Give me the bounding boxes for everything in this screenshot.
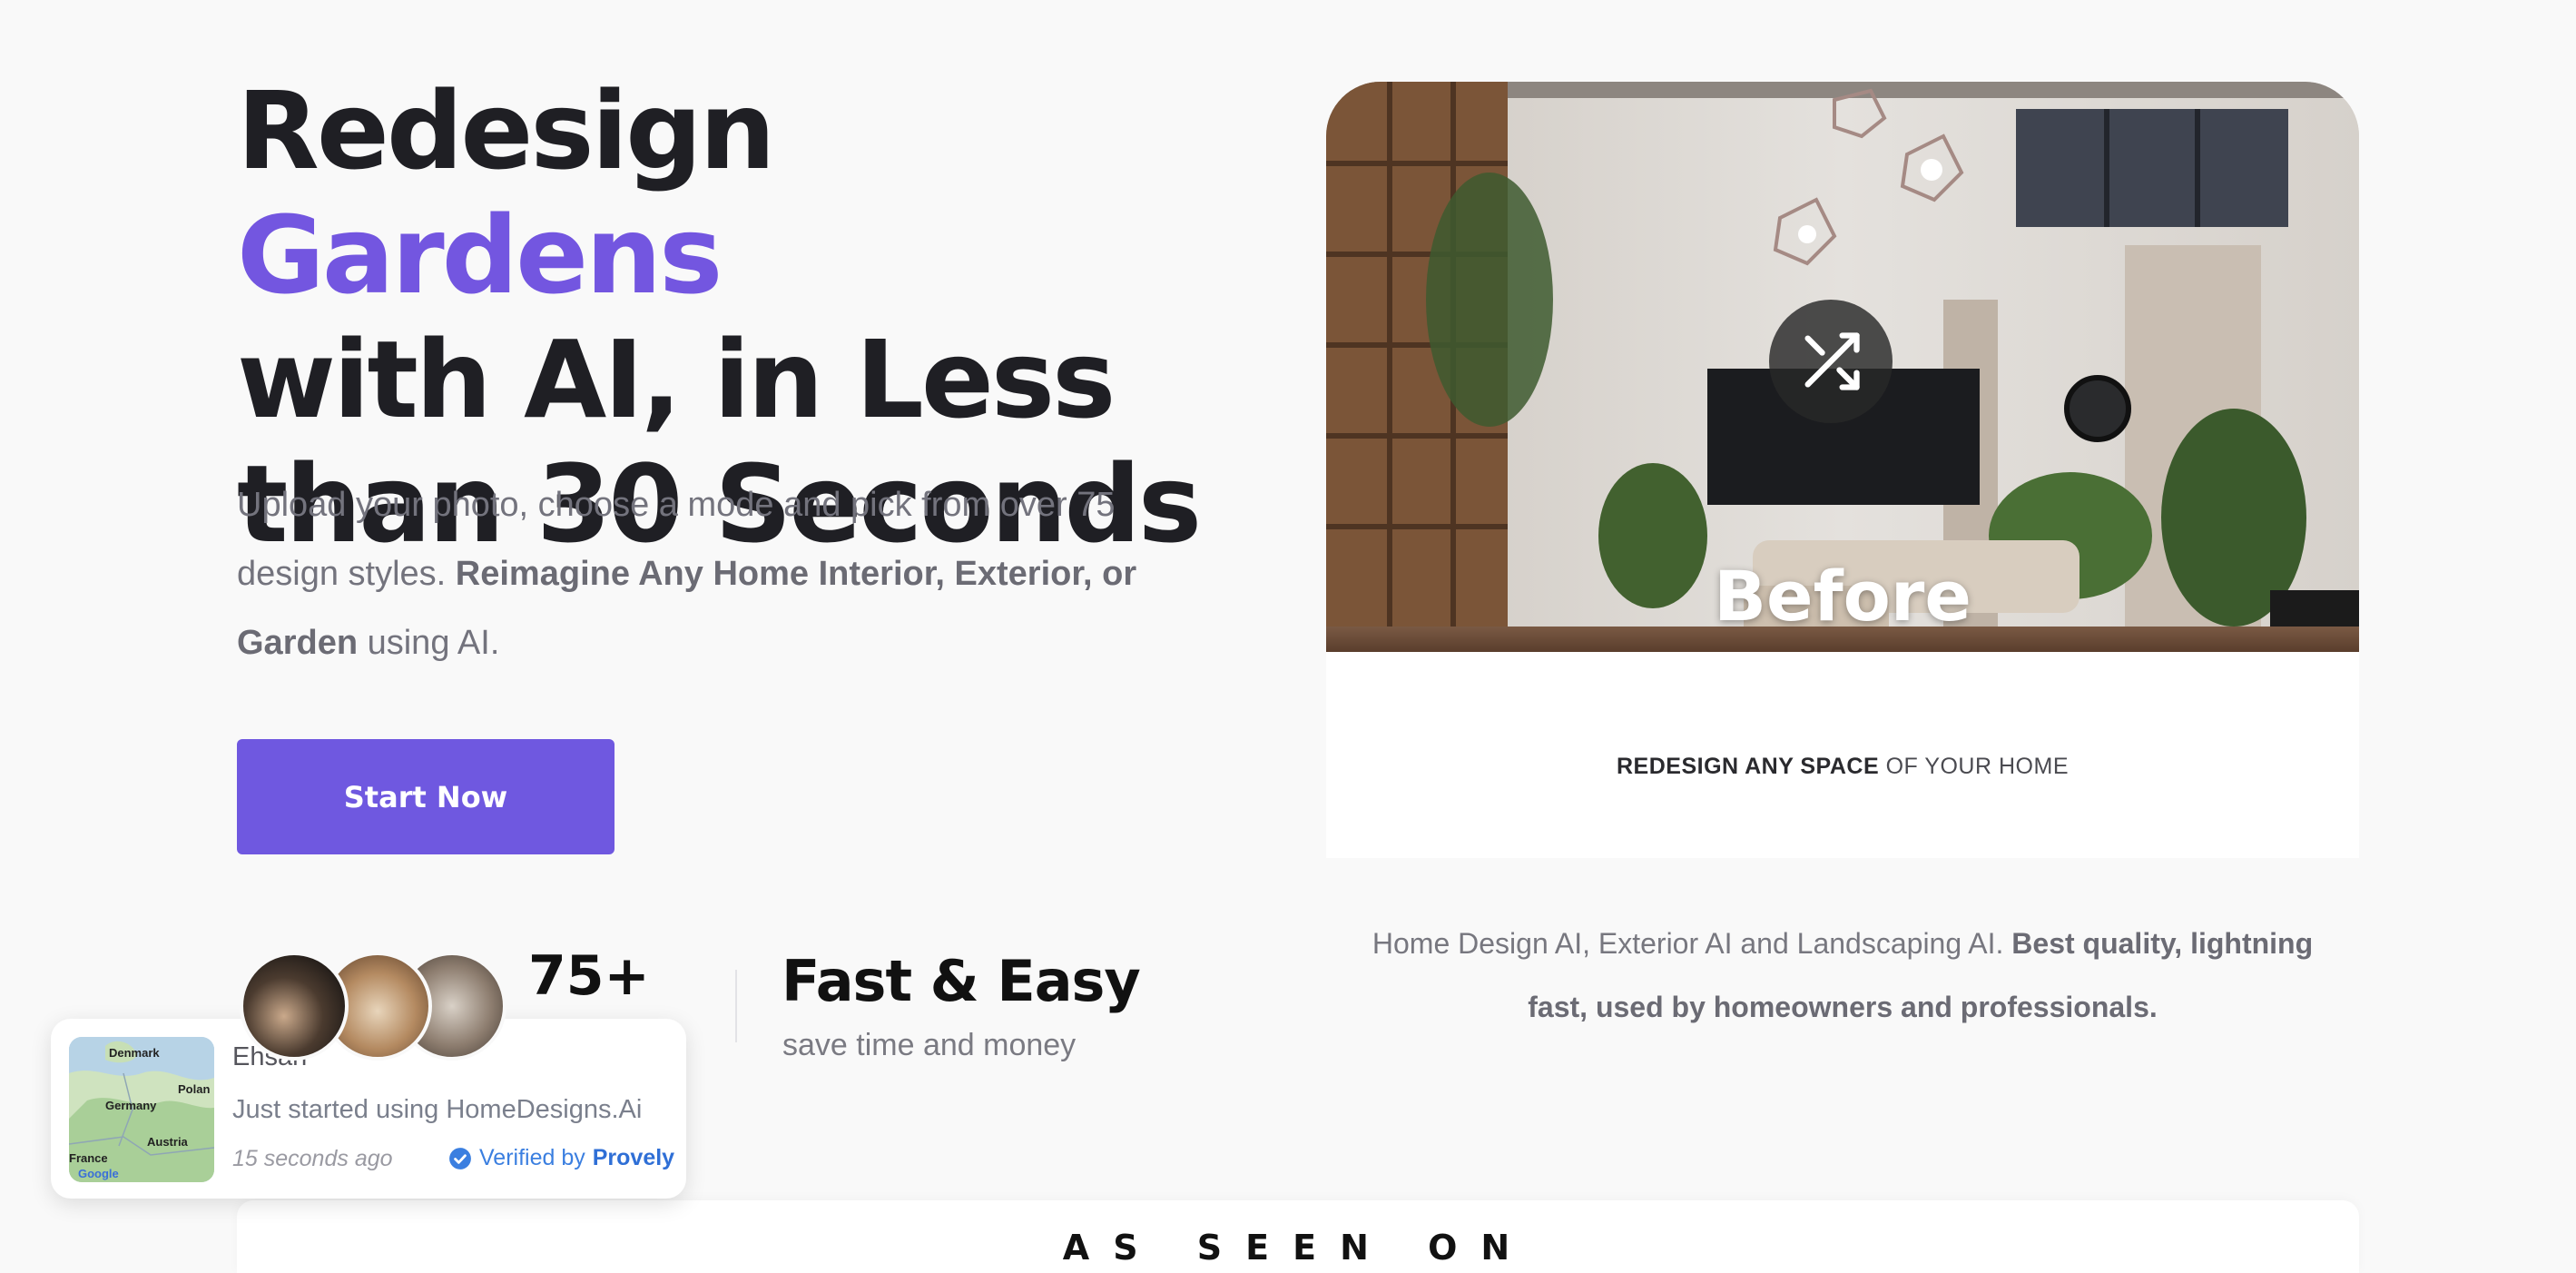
product-description-text: Home Design AI, Exterior AI and Landscap… xyxy=(1372,927,2012,960)
shuffle-button[interactable] xyxy=(1769,300,1893,423)
fast-easy-subtitle: save time and money xyxy=(782,1028,1077,1062)
hero-title-line2: with AI, in Less xyxy=(237,317,1116,442)
before-label: Before xyxy=(1714,556,1971,636)
map-thumbnail: Denmark Polan Germany Austria France Goo… xyxy=(69,1037,214,1182)
before-photo: Before xyxy=(1326,82,2359,652)
map-label-denmark: Denmark xyxy=(109,1046,160,1060)
map-label-poland: Polan xyxy=(178,1082,210,1096)
product-description: Home Design AI, Exterior AI and Landscap… xyxy=(1362,912,2324,1039)
hero-title-prefix: Redesign xyxy=(237,68,776,193)
provely-brand: Provely xyxy=(592,1145,675,1170)
card-caption: REDESIGN ANY SPACE OF YOUR HOME xyxy=(1326,754,2359,780)
hero-subtitle-suffix: using AI. xyxy=(358,624,500,662)
as-seen-on-section: AS SEEN ON xyxy=(237,1200,2359,1273)
fast-easy-title: Fast & Easy xyxy=(782,948,1141,1014)
card-caption-bold: REDESIGN ANY SPACE xyxy=(1617,754,1880,779)
check-circle-icon xyxy=(449,1147,471,1169)
stat-divider xyxy=(735,970,737,1042)
start-now-button[interactable]: Start Now xyxy=(237,739,615,854)
avatar xyxy=(240,952,349,1061)
toast-timestamp: 15 seconds ago xyxy=(232,1146,393,1171)
map-label-germany: Germany xyxy=(105,1099,157,1112)
shuffle-icon xyxy=(1804,332,1860,390)
hero-title-accent: Gardens xyxy=(237,192,723,318)
map-label-france: France xyxy=(69,1151,108,1165)
card-caption-rest: OF YOUR HOME xyxy=(1879,754,2069,779)
styles-count: 75+ xyxy=(528,944,650,1008)
hero-subtitle: Upload your photo, choose a mode and pic… xyxy=(237,470,1181,677)
map-label-google: Google xyxy=(78,1167,119,1180)
verified-by-label: Verified by xyxy=(479,1145,585,1170)
as-seen-on-label: AS SEEN ON xyxy=(1062,1228,1534,1268)
preview-card: Before REDESIGN ANY SPACE OF YOUR HOME xyxy=(1326,82,2359,858)
toast-message: Just started using HomeDesigns.Ai xyxy=(232,1095,643,1124)
user-avatars xyxy=(240,952,506,1064)
map-label-austria: Austria xyxy=(147,1135,189,1149)
verified-badge[interactable]: Verified by Provely xyxy=(448,1145,674,1171)
